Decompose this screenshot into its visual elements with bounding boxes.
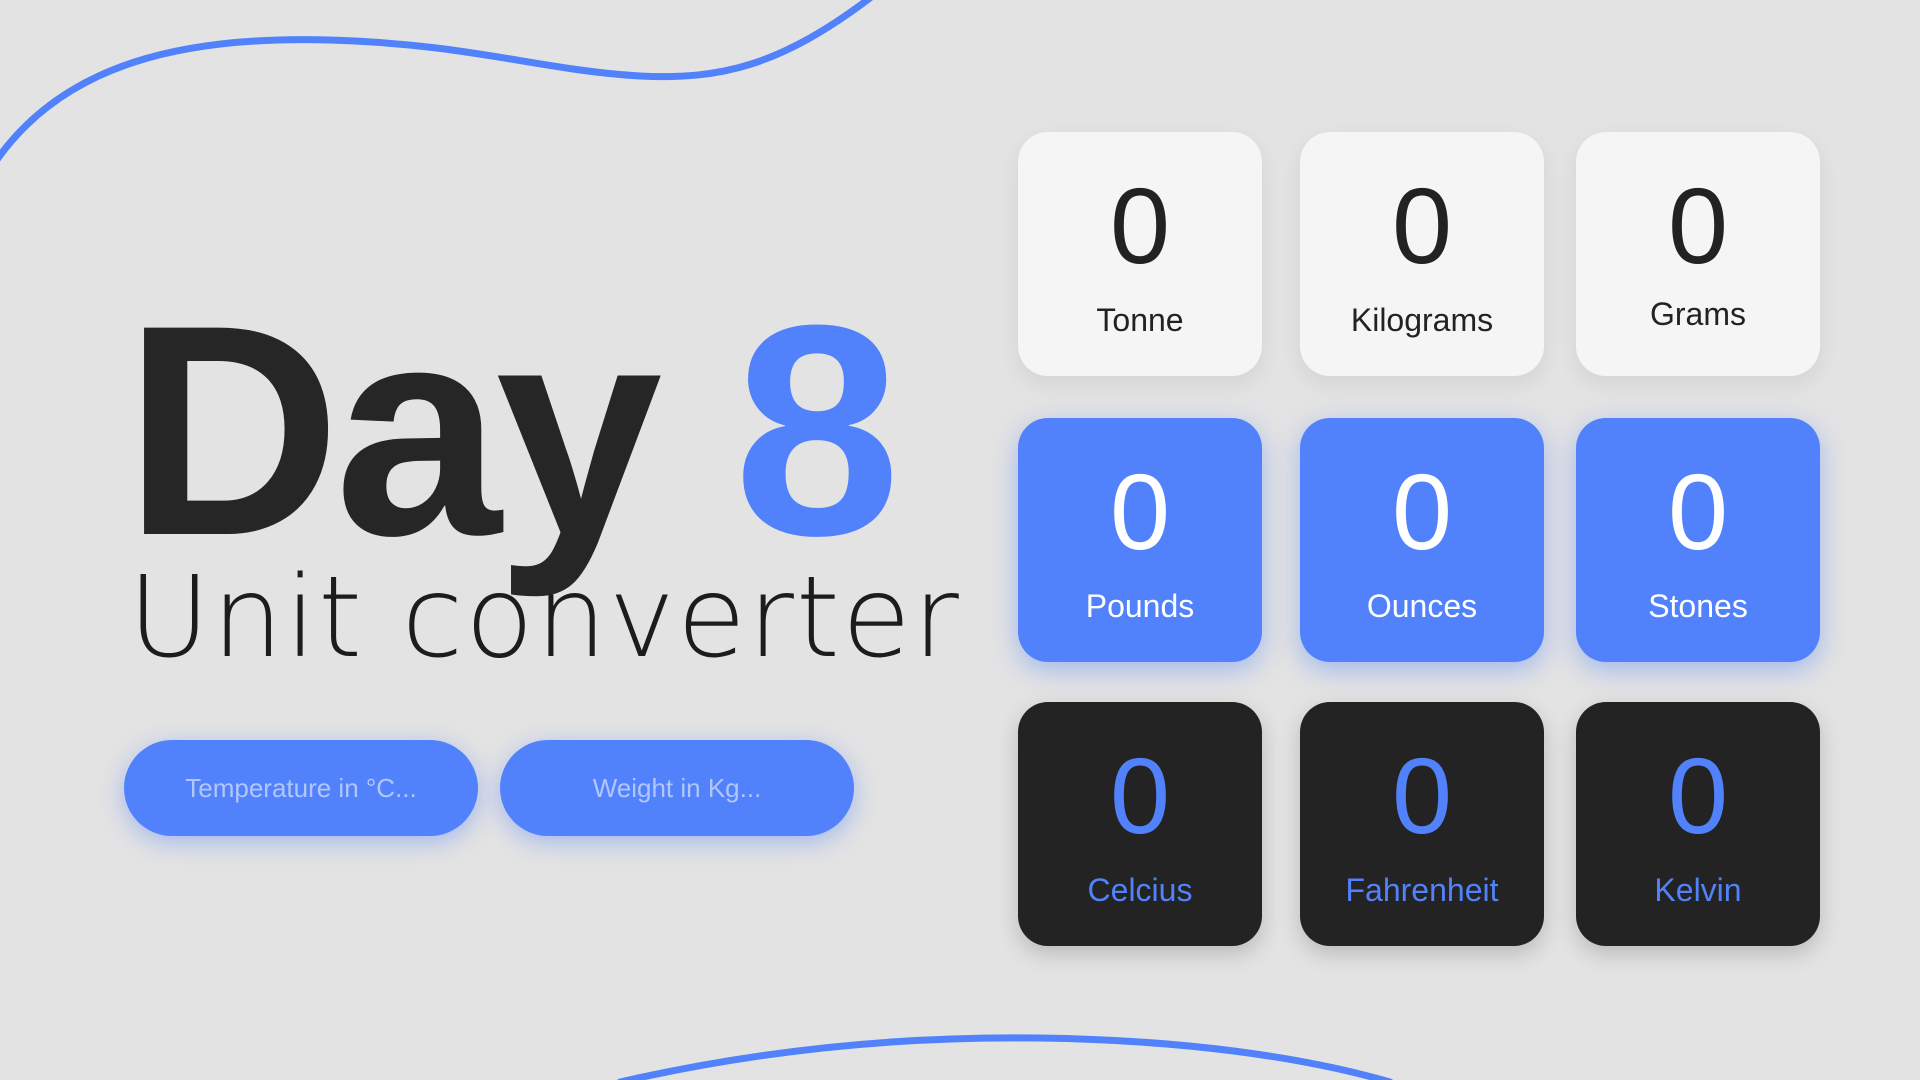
- tile-value: 0: [1391, 735, 1453, 856]
- tile-kelvin: 0 Kelvin: [1576, 702, 1820, 946]
- tile-label: Celcius: [1087, 872, 1193, 908]
- tile-label: Kelvin: [1654, 872, 1742, 908]
- day-number: 8: [733, 262, 901, 598]
- tile-ounces: 0 Ounces: [1300, 418, 1544, 662]
- results-grid: 0 Tonne 0 Kilograms 0 Grams 0 Pounds 0 O…: [1018, 132, 1820, 946]
- tile-fahrenheit: 0 Fahrenheit: [1300, 702, 1544, 946]
- bottom-wave-line: [617, 1034, 1393, 1080]
- tile-tonne: 0 Tonne: [1018, 132, 1262, 376]
- day-word: Day: [124, 262, 662, 598]
- tile-label: Pounds: [1085, 588, 1195, 624]
- page-subtitle: Unit converter: [128, 553, 961, 683]
- tile-kilograms: 0 Kilograms: [1300, 132, 1544, 376]
- tile-pounds: 0 Pounds: [1018, 418, 1262, 662]
- tile-grams: 0 Grams: [1576, 132, 1820, 376]
- tile-label: Grams: [1650, 296, 1746, 332]
- weight-input[interactable]: [500, 740, 854, 836]
- tile-value: 0: [1109, 735, 1171, 856]
- tile-value: 0: [1109, 451, 1171, 572]
- page-title: Day 8: [124, 280, 901, 580]
- tile-label: Fahrenheit: [1345, 872, 1499, 908]
- tile-label: Stones: [1648, 588, 1748, 624]
- tile-value: 0: [1667, 451, 1729, 572]
- tile-label: Tonne: [1096, 302, 1184, 338]
- tile-celcius: 0 Celcius: [1018, 702, 1262, 946]
- tile-label: Kilograms: [1350, 302, 1494, 338]
- input-group: [124, 740, 854, 836]
- tile-value: 0: [1391, 451, 1453, 572]
- tile-value: 0: [1667, 735, 1729, 856]
- tile-value: 0: [1109, 165, 1171, 286]
- tile-label: Ounces: [1366, 588, 1478, 624]
- tile-value: 0: [1667, 165, 1729, 286]
- tile-value: 0: [1391, 165, 1453, 286]
- temperature-input[interactable]: [124, 740, 478, 836]
- tile-stones: 0 Stones: [1576, 418, 1820, 662]
- top-wave-line: [0, 0, 873, 162]
